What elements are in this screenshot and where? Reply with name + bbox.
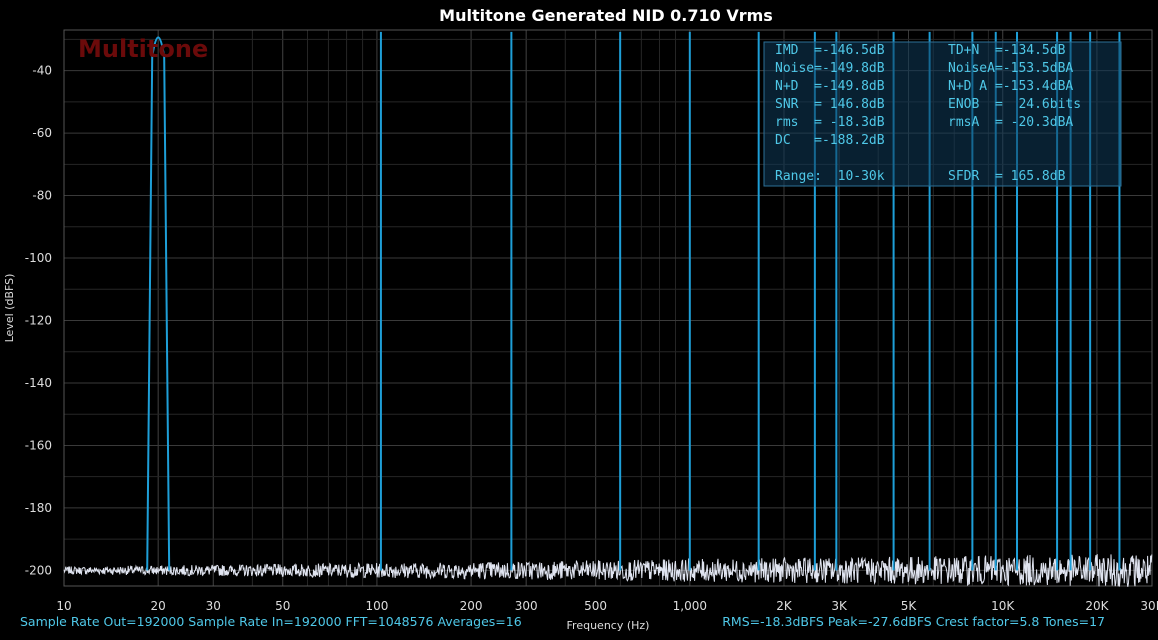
- x-tick-label: 5K: [901, 599, 918, 613]
- y-tick-label: -180: [25, 501, 52, 515]
- y-tick-label: -140: [25, 376, 52, 390]
- stats-entry: rmsA = -20.3dBA: [948, 115, 1073, 130]
- y-tick-label: -80: [32, 189, 52, 203]
- stats-entry: rms = -18.3dB: [775, 115, 885, 130]
- spectrum-chart: Multitone Generated NID 0.710 Vrms Multi…: [0, 0, 1158, 640]
- y-tick-label: -40: [32, 64, 52, 78]
- stats-entry: SFDR = 165.8dB: [948, 169, 1066, 184]
- stats-panel: IMD =-146.5dB TD+N =-134.5dB Noise=-149.8d…: [763, 41, 1122, 187]
- stats-entry: DC =-188.2dB: [775, 133, 885, 148]
- x-tick-label: 300: [515, 599, 538, 613]
- stats-entry: Range: 10-30k: [775, 169, 885, 184]
- stats-entry: N+D =-149.8dB: [775, 79, 885, 94]
- x-axis-label: Frequency (Hz): [567, 619, 650, 632]
- x-tick-label: 10: [56, 599, 71, 613]
- watermark: Multitone: [78, 35, 208, 63]
- status-right: RMS=-18.3dBFS Peak=-27.6dBFS Crest facto…: [722, 614, 1105, 629]
- x-tick-label: 30: [206, 599, 221, 613]
- stats-entry: IMD =-146.5dB: [775, 43, 885, 58]
- x-tick-label: 30K: [1140, 599, 1158, 613]
- stats-entry: Noise=-149.8dB: [775, 61, 885, 76]
- x-tick-label: 1,000: [673, 599, 707, 613]
- x-tick-label: 10K: [991, 599, 1015, 613]
- x-tick-label: 2K: [776, 599, 793, 613]
- y-tick-label: -200: [25, 563, 52, 577]
- x-tick-label: 200: [460, 599, 483, 613]
- x-tick-label: 50: [275, 599, 290, 613]
- x-tick-label: 100: [365, 599, 388, 613]
- stats-entry: N+D A =-153.4dBA: [948, 79, 1073, 94]
- chart-title: Multitone Generated NID 0.710 Vrms: [439, 6, 773, 25]
- stats-entry: NoiseA=-153.5dBA: [948, 61, 1073, 76]
- x-tick-label: 20K: [1085, 599, 1109, 613]
- y-tick-label: -100: [25, 251, 52, 265]
- stats-entry: ENOB = 24.6bits: [948, 97, 1081, 112]
- y-axis-label: Level (dBFS): [3, 274, 16, 343]
- y-tick-label: -60: [32, 126, 52, 140]
- x-tick-label: 500: [584, 599, 607, 613]
- x-tick-label: 3K: [831, 599, 848, 613]
- status-left: Sample Rate Out=192000 Sample Rate In=19…: [20, 614, 522, 629]
- y-tick-label: -160: [25, 438, 52, 452]
- stats-entry: TD+N =-134.5dB: [948, 43, 1066, 58]
- x-tick-label: 20: [151, 599, 166, 613]
- stats-entry: SNR = 146.8dB: [775, 97, 885, 112]
- y-tick-label: -120: [25, 313, 52, 327]
